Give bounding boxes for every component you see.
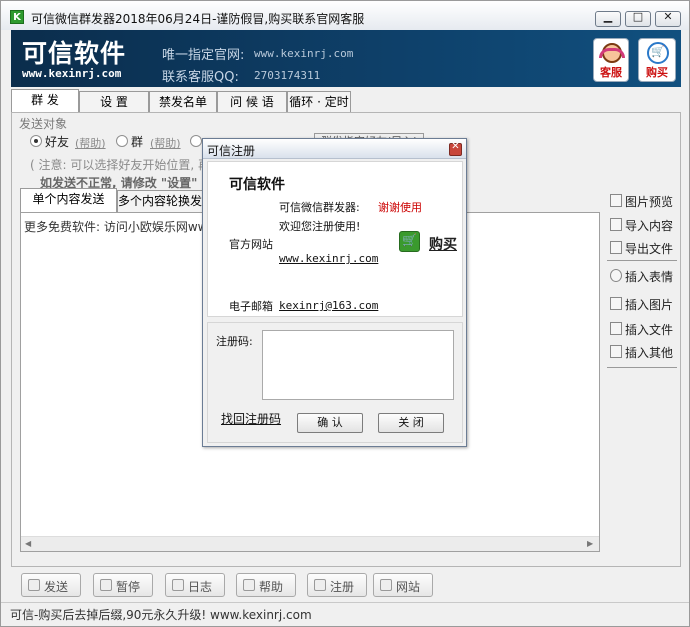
send-button[interactable]: 发送 (21, 573, 81, 597)
reg-code-input[interactable] (262, 330, 454, 400)
picture-icon (610, 297, 622, 310)
site-value[interactable]: www.kexinrj.com (254, 47, 353, 60)
pause-icon (100, 579, 112, 591)
register-dialog: 可信注册 ✕ 可信软件 可信微信群发器: 谢谢使用 欢迎您注册使用! 官方网站 … (202, 138, 467, 447)
subtab-rotate[interactable]: 多个内容轮换发送 (117, 190, 207, 212)
log-icon (172, 579, 184, 591)
title-bar: K 可信微信群发器2018年06月24日-谨防假冒,购买联系官网客服 ▁ □ ✕ (1, 1, 689, 30)
help-link-friend[interactable]: (帮助) (75, 135, 106, 151)
customer-service-button[interactable]: 客服 (593, 38, 629, 82)
image-preview-icon (610, 194, 622, 207)
maximize-icon: □ (632, 10, 644, 23)
find-code-link[interactable]: 找回注册码 (221, 410, 281, 427)
buy-link[interactable]: 购买 (429, 234, 457, 254)
insert-image-button[interactable]: 插入图片 (607, 294, 677, 314)
qq-value: 2703174311 (254, 69, 321, 82)
preview-image-button[interactable]: 图片预览 (607, 191, 677, 211)
subtab-single[interactable]: 单个内容发送 (20, 188, 117, 212)
close-button[interactable]: ✕ (655, 10, 681, 27)
radio-friend-label: 好友 (45, 135, 70, 149)
minimize-button[interactable]: ▁ (595, 10, 621, 27)
tab-send[interactable]: 群 发 (11, 89, 79, 114)
bottom-toolbar: 发送 暂停 日志 帮助 注册 网站 (11, 569, 681, 601)
cart-icon: 🛒 (647, 42, 669, 64)
tab-loop-timer[interactable]: 循环 · 定时 (287, 91, 351, 113)
site-link[interactable]: www.kexinrj.com (279, 252, 378, 265)
help-button[interactable]: 帮助 (236, 573, 296, 597)
emoji-icon (610, 269, 622, 282)
user-icon (314, 579, 326, 591)
email-link[interactable]: kexinrj@163.com (279, 299, 378, 312)
product-label: 可信微信群发器: (279, 201, 360, 214)
insert-other-button[interactable]: 插入其他 (607, 342, 677, 362)
radio-group[interactable] (116, 135, 128, 147)
scroll-left-icon[interactable]: ◀ (25, 539, 31, 548)
buy-label: 购买 (646, 66, 668, 79)
side-divider (607, 367, 677, 368)
thanks-text: 谢谢使用 (378, 201, 422, 214)
dialog-info-panel: 可信软件 可信微信群发器: 谢谢使用 欢迎您注册使用! 官方网站 www.kex… (207, 161, 463, 317)
site-label: 官方网站 (229, 238, 273, 251)
brand-url: www.kexinrj.com (22, 67, 122, 80)
brand-logo: 可信软件 (22, 39, 127, 68)
send-target-label: 发送对象 (19, 117, 68, 131)
insert-file-button[interactable]: 插入文件 (607, 319, 677, 339)
scroll-right-icon[interactable]: ▶ (587, 539, 593, 548)
export-icon (610, 241, 622, 254)
headset-icon (599, 43, 625, 63)
scroll-thumb[interactable] (39, 539, 579, 549)
reg-code-label: 注册码: (216, 335, 253, 348)
log-button[interactable]: 日志 (165, 573, 225, 597)
status-bar: 可信-购买后去掉后缀,90元永久升级! www.kexinrj.com (1, 602, 689, 626)
register-button[interactable]: 注册 (307, 573, 367, 597)
radio-custom[interactable] (190, 135, 202, 147)
maximize-button[interactable]: □ (625, 10, 651, 27)
status-text: 可信-购买后去掉后缀,90元永久升级! www.kexinrj.com (10, 608, 312, 622)
buy-button[interactable]: 🛒 购买 (638, 38, 676, 82)
tab-settings[interactable]: 设 置 (79, 91, 149, 113)
help-icon (243, 579, 255, 591)
dialog-close-action-button[interactable]: 关 闭 (378, 413, 444, 433)
close-icon: ✕ (663, 10, 673, 23)
header-banner: 可信软件 www.kexinrj.com 唯一指定官网: www.kexinrj… (11, 30, 681, 87)
radio-group-label: 群 (131, 135, 144, 149)
customer-service-label: 客服 (600, 66, 622, 79)
welcome-text: 欢迎您注册使用! (279, 220, 361, 233)
confirm-button[interactable]: 确 认 (297, 413, 363, 433)
dialog-register-panel: 注册码: 找回注册码 确 认 关 闭 (207, 322, 463, 443)
dialog-title: 可信注册 (207, 144, 256, 158)
import-content-button[interactable]: 导入内容 (607, 215, 677, 235)
tab-blocklist[interactable]: 禁发名单 (149, 91, 217, 113)
radio-friend[interactable] (30, 135, 42, 147)
notice-text: ( 注意: 可以选择好友开始位置, 再 (30, 158, 210, 172)
app-icon: K (10, 10, 24, 24)
home-icon (380, 579, 392, 591)
minimize-icon: ▁ (603, 10, 613, 23)
tab-greeting[interactable]: 问 候 语 (217, 91, 287, 113)
editor-content: 更多免费软件: 访问小欧娱乐网www.x (24, 220, 228, 234)
import-icon (610, 218, 622, 231)
pause-button[interactable]: 暂停 (93, 573, 153, 597)
send-icon (28, 579, 40, 591)
close-icon: ✕ (451, 141, 460, 152)
website-button[interactable]: 网站 (373, 573, 433, 597)
insert-emoji-button[interactable]: 插入表情 (607, 266, 677, 286)
email-label: 电子邮箱 (229, 300, 273, 313)
qq-label: 联系客服QQ: (162, 70, 239, 85)
cart-icon[interactable]: 🛒 (399, 231, 420, 252)
dialog-title-bar: 可信注册 ✕ (203, 139, 466, 159)
side-divider (607, 260, 677, 261)
dialog-brand: 可信软件 (229, 177, 285, 193)
file-icon (610, 322, 622, 335)
site-label: 唯一指定官网: (162, 48, 245, 63)
editor-horizontal-scrollbar[interactable]: ◀ ▶ (21, 536, 599, 551)
export-file-button[interactable]: 导出文件 (607, 238, 677, 258)
dialog-close-button[interactable]: ✕ (449, 141, 462, 156)
window-title: 可信微信群发器2018年06月24日-谨防假冒,购买联系官网客服 (31, 12, 365, 26)
help-link-group[interactable]: (帮助) (150, 135, 181, 151)
plus-icon (610, 345, 622, 358)
